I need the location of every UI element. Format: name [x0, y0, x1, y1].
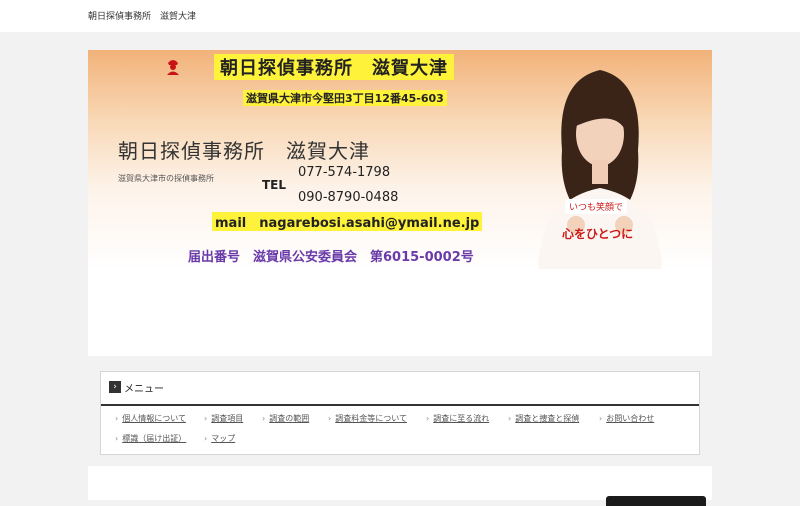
- header-banner-image[interactable]: 朝日探偵事務所 滋賀大津 滋賀県大津市今堅田3丁目12番45-603 朝日探偵事…: [88, 50, 712, 269]
- menu-item-label: 個人情報について: [122, 414, 186, 423]
- site-name-link[interactable]: 朝日探偵事務所 滋賀大津: [88, 9, 196, 22]
- global-menu: › メニュー › 個人情報について › 調査項目 › 調査の範囲 › 調査料金等について…: [100, 371, 700, 455]
- top-bar: 朝日探偵事務所 滋賀大津: [0, 0, 800, 32]
- detective-logo-icon: [167, 60, 179, 75]
- chevron-right-icon: ›: [204, 414, 208, 423]
- menu-title: メニュー: [124, 384, 164, 395]
- menu-item-map[interactable]: › マップ: [204, 433, 235, 444]
- dark-tab[interactable]: [606, 496, 706, 506]
- chevron-right-icon: ›: [204, 434, 208, 443]
- header-area: 朝日探偵事務所 滋賀大津 滋賀県大津市今堅田3丁目12番45-603 朝日探偵事…: [88, 50, 712, 356]
- slogan: 心をひとつに: [562, 227, 634, 241]
- site-tagline: 滋賀県大津市の探偵事務所: [118, 174, 214, 183]
- chevron-right-icon: ›: [508, 414, 512, 423]
- tel-number-1: 077-574-1798: [298, 165, 391, 180]
- tel-number-2: 090-8790-0488: [298, 190, 399, 205]
- banner-title: 朝日探偵事務所 滋賀大津: [214, 54, 454, 80]
- menu-item-label: 調査項目: [211, 414, 244, 423]
- menu-item-fees[interactable]: › 調査料金等について: [328, 413, 407, 424]
- banner-mail: mail nagarebosi.asahi@ymail.ne.jp: [212, 212, 483, 231]
- menu-item-scope[interactable]: › 調査の範囲: [262, 413, 309, 424]
- chevron-right-icon: ›: [599, 414, 603, 423]
- chevron-right-icon: ›: [109, 381, 121, 393]
- menu-item-privacy[interactable]: › 個人情報について: [115, 413, 186, 424]
- menu-item-label: 調査の範囲: [269, 414, 310, 423]
- menu-item-investigation-detective[interactable]: › 調査と捜査と探偵: [508, 413, 579, 424]
- chevron-right-icon: ›: [115, 414, 119, 423]
- menu-item-process[interactable]: › 調査に至る流れ: [426, 413, 489, 424]
- content-area: [88, 466, 712, 506]
- banner-address: 滋賀県大津市今堅田3丁目12番45-603: [243, 90, 447, 106]
- menu-item-sign[interactable]: › 標識（届け出証）: [115, 433, 186, 444]
- menu-item-label: 調査と捜査と探偵: [515, 414, 580, 423]
- smile-badge: いつも笑顔で: [565, 199, 628, 214]
- menu-item-investigation-items[interactable]: › 調査項目: [204, 413, 243, 424]
- menu-item-label: 標識（届け出証）: [122, 434, 187, 443]
- chevron-right-icon: ›: [426, 414, 430, 423]
- menu-item-label: 調査に至る流れ: [433, 414, 490, 423]
- chevron-right-icon: ›: [328, 414, 332, 423]
- chevron-right-icon: ›: [115, 434, 119, 443]
- menu-header: › メニュー: [101, 372, 699, 406]
- license-number: 届出番号 滋賀県公安委員会 第6015-0002号: [188, 250, 474, 265]
- menu-item-label: マップ: [211, 434, 236, 443]
- menu-item-label: 調査料金等について: [335, 414, 407, 423]
- menu-item-contact[interactable]: › お問い合わせ: [599, 413, 654, 424]
- chevron-right-icon: ›: [262, 414, 266, 423]
- menu-item-label: お問い合わせ: [606, 414, 655, 423]
- tel-label: TEL: [262, 178, 287, 192]
- site-title[interactable]: 朝日探偵事務所 滋賀大津: [118, 135, 370, 164]
